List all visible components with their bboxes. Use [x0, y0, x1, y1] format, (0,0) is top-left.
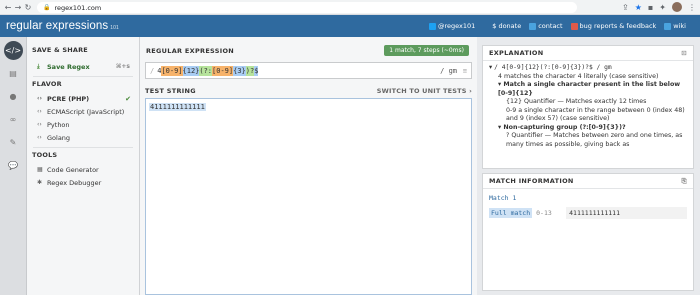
save-regex-button[interactable]: ⤓ Save Regex ⌘+s [27, 60, 139, 73]
explanation-item: {12} Quantifier — Matches exactly 12 tim… [506, 98, 647, 105]
regex-pattern: 4[0-9]{12}(?:[0-9]{3})?$ [157, 65, 259, 76]
explanation-item: ? Quantifier — Matches between zero and … [506, 132, 683, 148]
regex-token: {3} [233, 65, 246, 76]
contact-icon [529, 22, 537, 30]
forward-icon[interactable]: → [13, 3, 23, 12]
match-range: 0-13 [536, 209, 552, 217]
flavor-item-python[interactable]: ‹› Python [27, 118, 139, 131]
wiki-icon [664, 22, 672, 30]
header-link[interactable]: @regex101 [428, 22, 475, 30]
bug-icon [570, 22, 578, 30]
lock-icon: 🔒 [43, 4, 51, 11]
expand-icon[interactable]: ⊡ [681, 49, 687, 57]
match-value: 4111111111111 [566, 207, 687, 219]
document-icon: ▦ [37, 166, 43, 173]
donate-icon [483, 23, 490, 30]
extension-icon[interactable]: ▪ [648, 3, 653, 12]
check-icon: ✔ [125, 94, 131, 103]
test-string-text: 4111111111111 [149, 103, 206, 111]
app-header: regular expressions 101 @regex101 $ donate… [0, 15, 700, 37]
editor-area: REGULAR EXPRESSION 1 match, 7 steps (~0m… [140, 37, 477, 295]
flavor-item-pcre[interactable]: ‹› PCRE (PHP) ✔ [27, 92, 139, 105]
test-string-input[interactable]: 4111111111111 [145, 98, 472, 295]
code-icon: ‹› [37, 134, 42, 141]
regex-flags[interactable]: / gm [440, 67, 457, 75]
export-icon[interactable]: ⎘ [682, 177, 688, 186]
explanation-item: 4 matches the character 4 literally (cas… [498, 72, 659, 80]
test-string-label: TEST STRING [145, 87, 196, 95]
explanation-panel: EXPLANATION ⊡ ▾ / 4[0-9]{12}(?:[0-9]{3})… [482, 45, 694, 169]
match-row: Full match 0-13 4111111111111 [483, 207, 693, 219]
regex-token: [0-9] [161, 65, 183, 76]
flavor-item-golang[interactable]: ‹› Golang [27, 131, 139, 144]
save-shortcut: ⌘+s [115, 63, 130, 70]
match-label: Match 1 [489, 194, 517, 202]
regex-label: REGULAR EXPRESSION [146, 47, 235, 55]
code-icon: ‹› [37, 121, 42, 128]
library-icon[interactable]: ▤ [4, 64, 23, 83]
tools-heading: TOOLS [32, 151, 58, 159]
right-panel: EXPLANATION ⊡ ▾ / 4[0-9]{12}(?:[0-9]{3})… [477, 37, 700, 295]
flavor-heading: FLAVOR [32, 80, 62, 88]
regex-token: {12} [182, 65, 200, 76]
regex-token: )? [245, 65, 255, 76]
menu-icon[interactable]: ⋮ [688, 3, 696, 12]
explanation-item: ▾ Match a single character present in th… [498, 81, 681, 97]
match-info-title: MATCH INFORMATION [489, 177, 574, 185]
logo[interactable]: regular expressions 101 [6, 20, 119, 32]
wrench-icon[interactable]: ✎ [4, 133, 23, 152]
flavor-item-ecmascript[interactable]: ‹› ECMAScript (JavaScript) [27, 105, 139, 118]
share-icon[interactable]: ⇪ [622, 3, 629, 12]
sidebar: SAVE & SHARE ⤓ Save Regex ⌘+s FLAVOR ‹› … [27, 37, 140, 295]
header-link[interactable]: $ donate [483, 22, 521, 30]
regex-delimiter: / [150, 66, 155, 75]
extension-icon[interactable]: ✦ [659, 3, 666, 12]
save-icon: ⤓ [37, 62, 40, 70]
icon-rail: </> ▤ ● ∞ ✎ 💬 [0, 37, 27, 295]
save-share-heading: SAVE & SHARE [32, 46, 88, 54]
regex-token: (?: [199, 65, 213, 76]
code-brackets-icon[interactable]: </> [3, 41, 23, 60]
twitter-icon [428, 22, 436, 30]
chat-icon[interactable]: 💬 [4, 156, 23, 175]
switch-unit-tests-link[interactable]: SWITCH TO UNIT TESTS › [377, 87, 472, 95]
match-status-badge: 1 match, 7 steps (~0ms) [384, 45, 469, 56]
header-link[interactable]: bug reports & feedback [570, 22, 656, 30]
explanation-item: 0-9 a single character in the range betw… [506, 106, 685, 123]
header-links: @regex101 $ donate contact bug reports & fe… [428, 15, 686, 37]
back-icon[interactable]: ← [3, 3, 13, 12]
regex-input[interactable]: / 4[0-9]{12}(?:[0-9]{3})?$ / gm ≡ [145, 62, 472, 79]
url-text: regex101.com [54, 3, 102, 12]
header-link[interactable]: wiki [664, 22, 686, 30]
match-information-panel: MATCH INFORMATION ⎘ Match 1 Full match 0… [482, 173, 694, 291]
header-link[interactable]: contact [529, 22, 563, 30]
code-icon: ‹› [37, 95, 42, 102]
explanation-regex-line: ▾ / 4[0-9]{12}(?:[0-9]{3})?$ / gm [489, 64, 612, 71]
code-icon: ‹› [37, 108, 42, 115]
tool-regex-debugger[interactable]: ✱ Regex Debugger [27, 176, 139, 189]
regex-token: $ [254, 65, 259, 76]
reload-icon[interactable]: ↻ [23, 3, 33, 12]
user-icon[interactable]: ● [4, 87, 23, 106]
browser-toolbar: ← → ↻ 🔒 regex101.com ⇪ ★ ▪ ✦ ⋮ [0, 0, 700, 15]
drag-handle-icon[interactable]: ≡ [463, 67, 467, 75]
bug-icon: ✱ [37, 179, 43, 186]
explanation-item: ▾ Non-capturing group (?:[0-9]{3})? [498, 123, 626, 131]
full-match-label: Full match [489, 208, 533, 218]
avatar[interactable] [672, 2, 682, 12]
address-bar[interactable]: 🔒 regex101.com [37, 2, 577, 13]
tool-code-generator[interactable]: ▦ Code Generator [27, 163, 139, 176]
bookmark-star-icon[interactable]: ★ [635, 3, 642, 12]
regex-token: [0-9] [212, 65, 234, 76]
glasses-icon[interactable]: ∞ [4, 110, 23, 129]
explanation-title: EXPLANATION [489, 49, 544, 57]
